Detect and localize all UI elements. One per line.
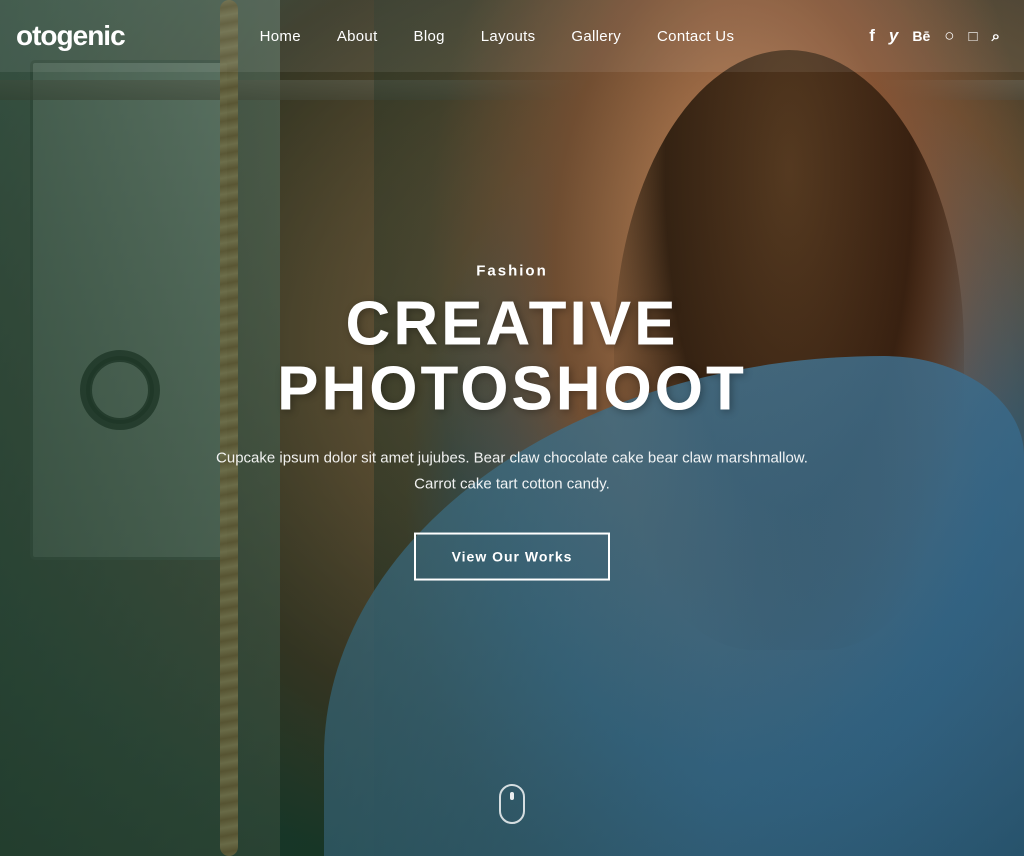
site-header: otogenic Home About Blog Layouts Gallery… [0, 0, 1024, 72]
hero-description: Cupcake ipsum dolor sit amet jujubes. Be… [212, 446, 812, 497]
hero-cta-button[interactable]: View Our Works [414, 533, 611, 581]
behance-icon[interactable]: Bē [912, 28, 930, 44]
main-nav: Home About Blog Layouts Gallery Contact … [260, 28, 735, 45]
site-logo[interactable]: otogenic [16, 20, 125, 52]
search-icon[interactable]: ⌕ [992, 28, 1000, 45]
github-icon[interactable]: ○ [944, 26, 954, 46]
facebook-icon[interactable]: f [869, 26, 875, 46]
nav-home[interactable]: Home [260, 28, 301, 45]
hero-section: otogenic Home About Blog Layouts Gallery… [0, 0, 1024, 856]
hero-title: CREATIVE PHOTOSHOOT [212, 292, 812, 422]
hero-category: Fashion [212, 263, 812, 280]
nav-gallery[interactable]: Gallery [571, 28, 621, 45]
nav-blog[interactable]: Blog [414, 28, 445, 45]
social-links: f y Bē ○ □ ⌕ [869, 26, 1000, 46]
scroll-circle [499, 784, 525, 824]
scroll-indicator[interactable] [499, 784, 525, 824]
scroll-dot [510, 792, 514, 800]
hero-content: Fashion CREATIVE PHOTOSHOOT Cupcake ipsu… [212, 263, 812, 581]
nav-layouts[interactable]: Layouts [481, 28, 536, 45]
nav-about[interactable]: About [337, 28, 378, 45]
twitter-icon[interactable]: y [889, 26, 898, 46]
instagram-icon[interactable]: □ [969, 28, 978, 45]
nav-contact[interactable]: Contact Us [657, 28, 734, 45]
